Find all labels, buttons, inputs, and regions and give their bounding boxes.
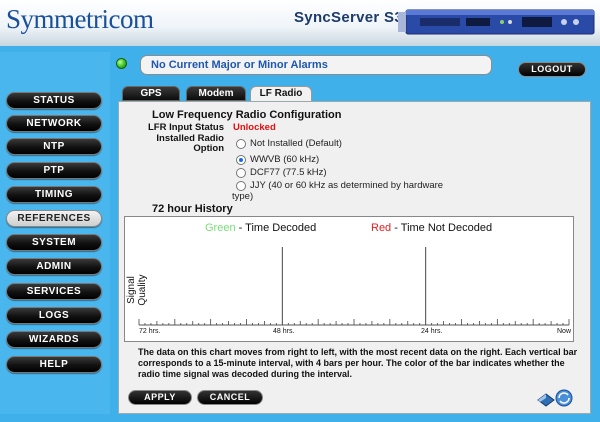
radio-not-installed[interactable] — [236, 139, 246, 149]
tick-now: Now — [557, 328, 572, 335]
company-logo: Symmetricom — [6, 4, 154, 34]
input-status-label: LFR Input Status — [148, 122, 224, 133]
alarm-status-box: No Current Major or Minor Alarms — [140, 55, 492, 75]
chart-plot — [138, 247, 570, 326]
alarm-status-led — [116, 58, 127, 69]
tick-24hrs: 24 hrs. — [421, 328, 443, 335]
option-jjy-label-cont: type) — [232, 191, 254, 202]
tab-gps[interactable]: GPS — [122, 86, 180, 101]
history-title: 72 hour History — [152, 203, 233, 215]
option-wwvb-label: WWVB (60 kHz) — [250, 154, 320, 165]
refresh-icon — [555, 389, 573, 407]
nav-services[interactable]: SERVICES — [6, 283, 102, 300]
tab-lf-radio[interactable]: LF Radio — [250, 86, 312, 102]
device-image — [398, 9, 595, 35]
input-status-value: Unlocked — [233, 122, 276, 133]
history-chart: Green - Time Decoded Red - Time Not Deco… — [124, 216, 574, 342]
option-jjy-label: JJY (40 or 60 kHz as determined by hardw… — [250, 180, 444, 191]
nav-timing[interactable]: TIMING — [6, 186, 102, 203]
radio-jjy[interactable] — [236, 181, 246, 191]
book-icon — [537, 393, 555, 407]
nav-status[interactable]: STATUS — [6, 92, 102, 109]
nav-help[interactable]: HELP — [6, 356, 102, 373]
option-not-installed-label: Not Installed (Default) — [250, 138, 342, 149]
tick-72hrs: 72 hrs. — [139, 328, 161, 335]
nav-system[interactable]: SYSTEM — [6, 234, 102, 251]
tab-modem[interactable]: Modem — [186, 86, 246, 101]
left-nav: STATUS NETWORK NTP PTP TIMING REFERENCES… — [0, 52, 110, 414]
nav-network[interactable]: NETWORK — [6, 115, 102, 132]
help-icons[interactable] — [536, 388, 574, 408]
nav-logs[interactable]: LOGS — [6, 307, 102, 324]
nav-ptp[interactable]: PTP — [6, 162, 102, 179]
radio-wwvb[interactable] — [236, 155, 246, 165]
option-dcf77-label: DCF77 (77.5 kHz) — [250, 167, 327, 178]
apply-button[interactable]: APPLY — [128, 390, 192, 405]
page-header: Symmetricom SyncServer S300 — [0, 0, 600, 46]
installed-radio-label-2: Option — [193, 143, 224, 154]
tick-48hrs: 48 hrs. — [273, 328, 295, 335]
nav-ntp[interactable]: NTP — [6, 138, 102, 155]
nav-references[interactable]: REFERENCES — [6, 210, 102, 227]
config-title: Low Frequency Radio Configuration — [152, 109, 342, 121]
nav-admin[interactable]: ADMIN — [6, 258, 102, 275]
logout-button[interactable]: LOGOUT — [518, 62, 586, 77]
radio-dcf77[interactable] — [236, 168, 246, 178]
cancel-button[interactable]: CANCEL — [197, 390, 263, 405]
nav-wizards[interactable]: WIZARDS — [6, 331, 102, 348]
chart-description: The data on this chart moves from right … — [138, 347, 578, 379]
